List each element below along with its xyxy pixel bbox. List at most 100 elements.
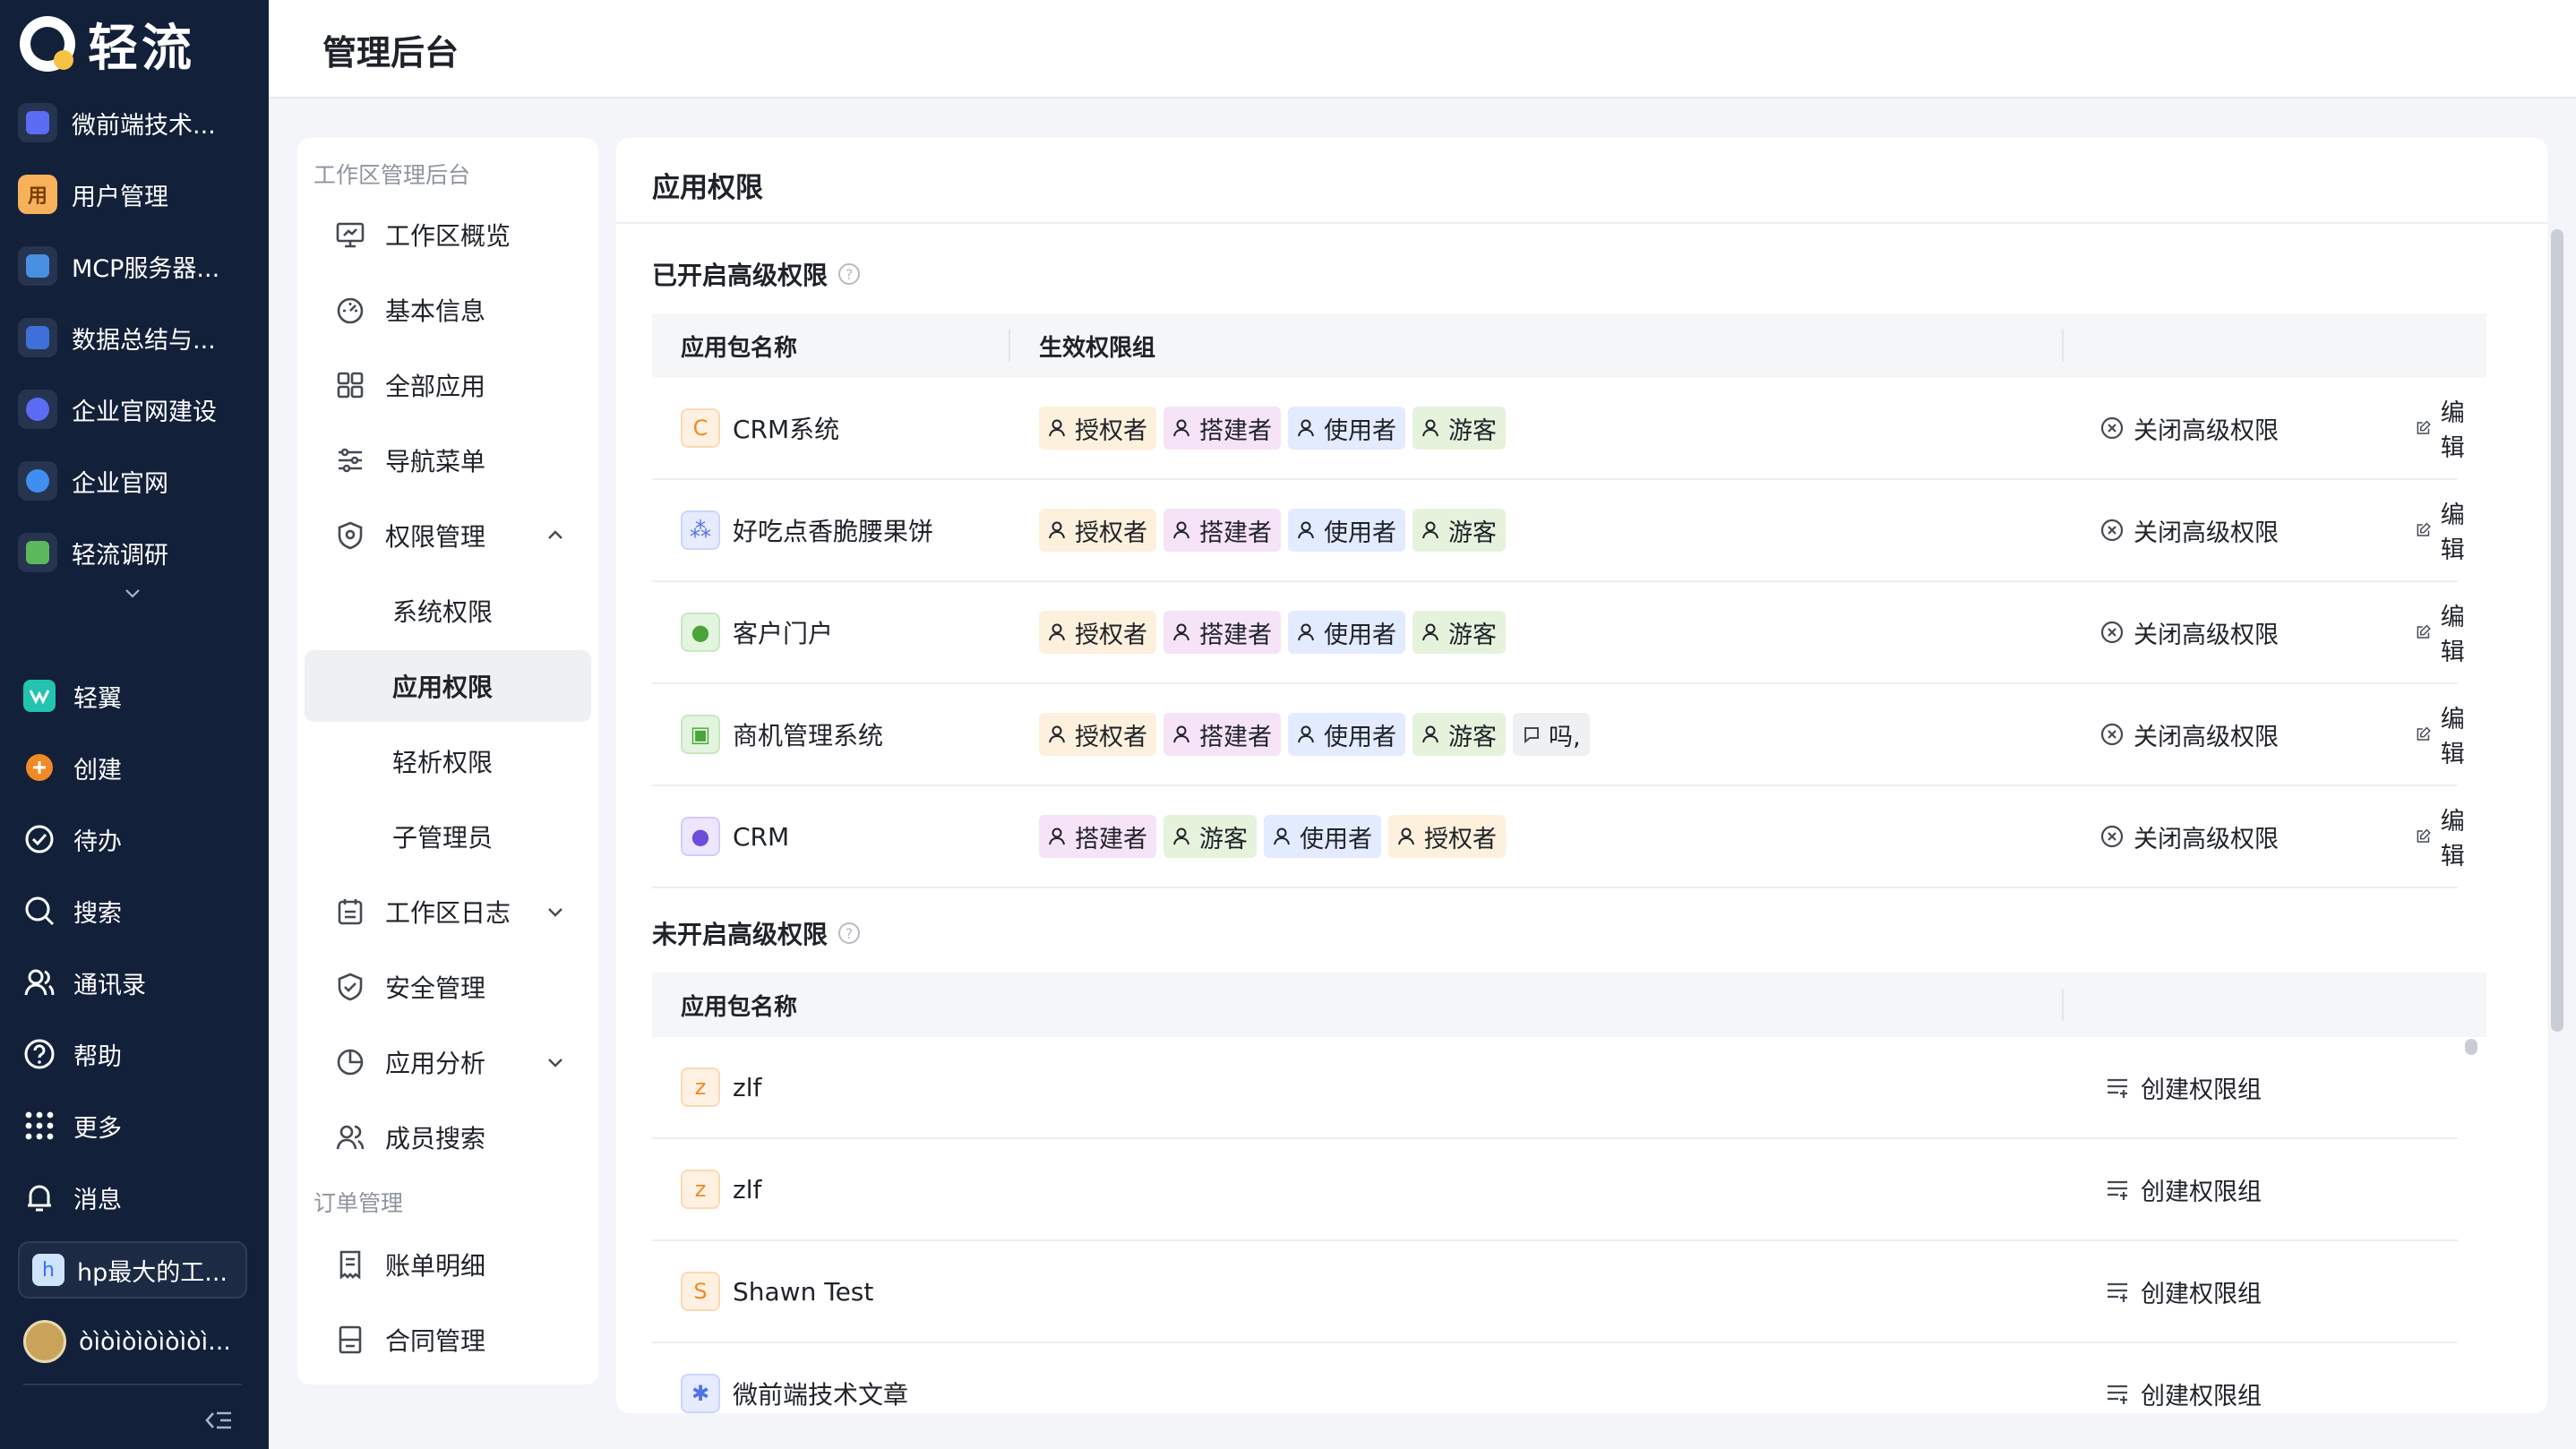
workspace-switcher[interactable]: h hp最大的工...: [18, 1241, 247, 1299]
menu-item-overview[interactable]: 工作区概览: [305, 199, 591, 270]
sidebar-tool-more[interactable]: 更多: [18, 1098, 251, 1153]
sidebar-tool-contacts[interactable]: 通讯录: [18, 955, 251, 1010]
edit-button[interactable]: 编辑: [2415, 582, 2473, 682]
sidebar-app-item[interactable]: 轻流调研: [18, 525, 251, 580]
sidebar-tool-messages[interactable]: 消息: [18, 1170, 251, 1225]
permission-group-tag[interactable]: 授权者: [1039, 509, 1156, 552]
close-advanced-permission-button[interactable]: 关闭高级权限: [2099, 480, 2279, 580]
permission-group-tag[interactable]: 游客: [1413, 713, 1506, 756]
menu-item-security[interactable]: 安全管理: [305, 951, 591, 1023]
person-icon: [1422, 419, 1438, 437]
menu-item-workspace-log[interactable]: 工作区日志: [305, 876, 591, 947]
create-permission-group-button[interactable]: 创建权限组: [2105, 1343, 2262, 1413]
list-add-icon: [2108, 1078, 2127, 1098]
permission-group-tag[interactable]: 搭建者: [1163, 509, 1281, 552]
person-icon: [1173, 827, 1189, 845]
permission-group-tag[interactable]: 使用者: [1264, 815, 1381, 858]
sidebar-tool-todo[interactable]: 待办: [18, 811, 251, 867]
app-name: 客户门户: [733, 619, 834, 648]
permission-group-tag[interactable]: 吗,: [1513, 713, 1590, 756]
column-header-group: 生效权限组: [1039, 334, 1156, 362]
close-advanced-permission-button[interactable]: 关闭高级权限: [2099, 582, 2279, 682]
brand[interactable]: 轻流: [20, 13, 195, 78]
help-icon: [21, 1036, 57, 1072]
sidebar-tool-create[interactable]: 创建: [18, 740, 251, 795]
create-permission-group-button[interactable]: 创建权限组: [2105, 1241, 2262, 1342]
menu-sub-sub-admin[interactable]: 子管理员: [305, 801, 591, 872]
permission-group-tag[interactable]: 搭建者: [1163, 713, 1281, 756]
permission-group-tag[interactable]: 使用者: [1288, 407, 1405, 450]
disabled-table-header: 应用包名称: [652, 973, 2486, 1037]
sidebar-app-item[interactable]: 用 用户管理: [18, 167, 251, 222]
person-icon: [1049, 419, 1065, 437]
permission-group-tags: 授权者 搭建者 使用者 游客 吗,: [1039, 684, 1597, 785]
menu-item-app-analysis[interactable]: 应用分析: [305, 1026, 591, 1098]
create-permission-group-button[interactable]: 创建权限组: [2105, 1139, 2262, 1239]
app-name-cell: S Shawn Test: [681, 1241, 873, 1342]
close-advanced-permission-button[interactable]: 关闭高级权限: [2099, 684, 2279, 785]
close-advanced-permission-button[interactable]: 关闭高级权限: [2099, 786, 2279, 887]
user-profile[interactable]: òìòìòìòìòìòì...: [23, 1316, 231, 1367]
permission-group-tag[interactable]: 使用者: [1288, 509, 1405, 552]
permission-group-tag[interactable]: 游客: [1163, 815, 1257, 858]
app-icon: ●: [681, 817, 720, 856]
permission-group-tag[interactable]: 使用者: [1288, 611, 1405, 654]
app-icon: z: [681, 1170, 720, 1209]
expand-apps-chevron-icon[interactable]: [122, 582, 143, 604]
close-circle-icon: [2100, 416, 2124, 440]
menu-item-nav-menu[interactable]: 导航菜单: [305, 424, 591, 496]
menu-item-basic-info[interactable]: 基本信息: [305, 274, 591, 346]
edit-icon: [2417, 624, 2431, 639]
sidebar-tool-qingyi[interactable]: 轻翼: [18, 668, 251, 724]
sidebar-app-item[interactable]: 数据总结与...: [18, 310, 251, 365]
list-add-icon: [2108, 1180, 2127, 1200]
menu-item-contracts[interactable]: 合同管理: [305, 1304, 591, 1376]
permission-group-tag[interactable]: 授权者: [1388, 815, 1506, 858]
permission-group-tag[interactable]: 搭建者: [1163, 611, 1281, 654]
permission-group-tag[interactable]: 搭建者: [1163, 407, 1281, 450]
edit-button[interactable]: 编辑: [2415, 480, 2473, 580]
edit-button[interactable]: 编辑: [2415, 684, 2473, 785]
question-circle-icon[interactable]: ?: [838, 263, 861, 285]
menu-item-member-search[interactable]: 成员搜索: [305, 1102, 591, 1173]
permission-group-tag[interactable]: 授权者: [1039, 407, 1156, 450]
menu-sub-system-permission[interactable]: 系统权限: [305, 575, 591, 647]
app-icon: S: [681, 1272, 720, 1311]
qingyi-icon: [21, 678, 57, 714]
edit-button[interactable]: 编辑: [2415, 378, 2473, 478]
table-row: ● 客户门户 授权者 搭建者 使用者 游客 关闭高级权限 编辑: [652, 582, 2465, 684]
menu-item-permissions[interactable]: 权限管理: [305, 500, 591, 571]
shield-icon: [333, 519, 367, 553]
sidebar-app-item[interactable]: 企业官网建设: [18, 382, 251, 437]
question-circle-icon[interactable]: ?: [838, 922, 861, 944]
app-name-cell: z zlf: [681, 1037, 761, 1137]
collapse-sidebar-icon[interactable]: [202, 1404, 235, 1436]
permission-group-tag[interactable]: 游客: [1413, 407, 1506, 450]
permission-group-tag[interactable]: 游客: [1413, 509, 1506, 552]
permission-group-tag[interactable]: 授权者: [1039, 611, 1156, 654]
globe-icon: [18, 390, 57, 429]
inner-scrollbar[interactable]: [2465, 1039, 2477, 1055]
close-advanced-permission-button[interactable]: 关闭高级权限: [2099, 378, 2279, 478]
sidebar-tool-help[interactable]: 帮助: [18, 1026, 251, 1082]
scrollbar-thumb[interactable]: [2551, 229, 2563, 1032]
table-row: S Shawn Test 创建权限组: [652, 1241, 2458, 1343]
sidebar-app-item[interactable]: 企业官网: [18, 453, 251, 509]
close-circle-icon: [2100, 621, 2124, 644]
sidebar-tool-search[interactable]: 搜索: [18, 883, 251, 939]
menu-sub-analytics-permission[interactable]: 轻析权限: [305, 725, 591, 797]
permission-group-tag[interactable]: 游客: [1413, 611, 1506, 654]
menu-item-bills[interactable]: 账单明细: [305, 1229, 591, 1300]
app-permission-card: 应用权限 已开启高级权限 ? 应用包名称 生效权限组 C CRM系统 授权者 搭建…: [616, 138, 2547, 1413]
data-icon: [18, 318, 57, 357]
sidebar-app-item[interactable]: MCP服务器...: [18, 238, 251, 294]
permission-group-tag[interactable]: 搭建者: [1039, 815, 1156, 858]
edit-button[interactable]: 编辑: [2415, 786, 2473, 887]
menu-item-all-apps[interactable]: 全部应用: [305, 349, 591, 421]
permission-group-tags: 授权者 搭建者 使用者 游客: [1039, 582, 1513, 682]
permission-group-tag[interactable]: 授权者: [1039, 713, 1156, 756]
sidebar-app-item[interactable]: 微前端技术...: [18, 95, 251, 150]
permission-group-tag[interactable]: 使用者: [1288, 713, 1405, 756]
create-permission-group-button[interactable]: 创建权限组: [2105, 1037, 2262, 1137]
menu-sub-app-permission[interactable]: 应用权限: [305, 650, 591, 722]
